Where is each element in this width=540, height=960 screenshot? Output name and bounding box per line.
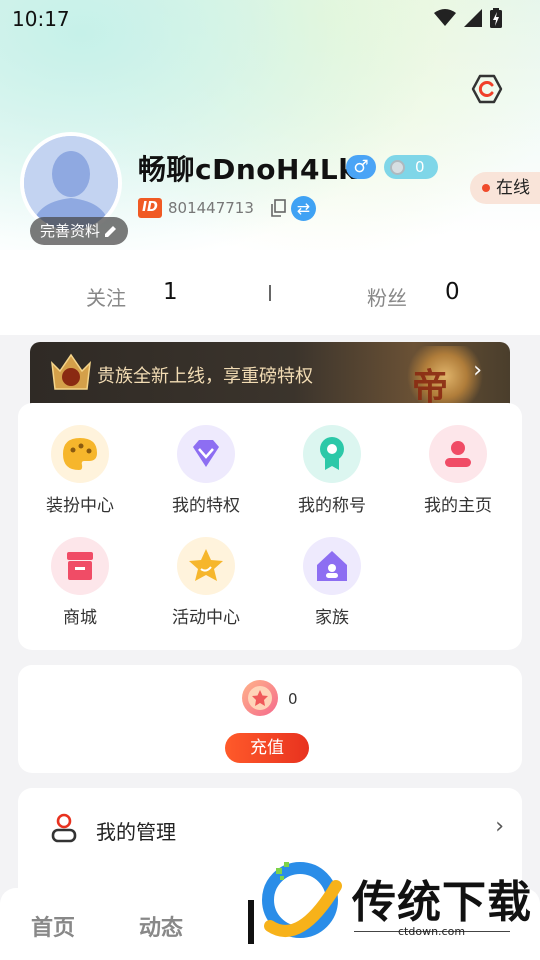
status-time: 10:17 [12, 7, 70, 31]
medal-icon [303, 425, 361, 483]
feature-label: 装扮中心 [46, 496, 114, 516]
level-value: 0 [415, 158, 425, 176]
level-badge: 0 [384, 155, 438, 179]
feature-label: 家族 [315, 608, 349, 628]
star-coin-icon [242, 680, 278, 716]
status-icons [434, 8, 502, 28]
feature-label: 我的称号 [298, 496, 366, 516]
wifi-icon [434, 9, 456, 26]
feature-item-dress-up[interactable]: 装扮中心 [25, 425, 135, 516]
star-icon [177, 537, 235, 595]
online-dot-icon [482, 184, 490, 192]
following-label[interactable]: 关注 [86, 282, 126, 311]
feature-grid: 装扮中心 我的特权 我的称号 我的主页 商城 活动中心 家族 [18, 403, 522, 650]
online-status-badge: 在线 [470, 172, 540, 204]
level-coin-icon [390, 159, 405, 175]
coin-amount: 0 [288, 690, 298, 708]
feature-item-family[interactable]: 家族 [277, 537, 387, 628]
fans-label[interactable]: 粉丝 [367, 282, 407, 311]
noble-banner-text: 贵族全新上线，享重磅特权 [97, 366, 313, 387]
gender-badge: ♂ [346, 155, 376, 179]
user-home-icon [429, 425, 487, 483]
id-tag-icon: ID [138, 198, 162, 218]
shop-icon [51, 537, 109, 595]
copy-icon[interactable] [270, 199, 286, 217]
crown-emblem-icon [51, 353, 91, 390]
user-id-row: ID 801447713 [138, 198, 286, 218]
feature-item-titles[interactable]: 我的称号 [277, 425, 387, 516]
feature-item-events[interactable]: 活动中心 [151, 537, 261, 628]
feature-item-shop[interactable]: 商城 [25, 537, 135, 628]
feature-label: 我的主页 [424, 496, 492, 516]
online-label: 在线 [496, 178, 530, 198]
edit-profile-button[interactable]: 完善资料 [30, 217, 129, 245]
feature-item-homepage[interactable]: 我的主页 [403, 425, 513, 516]
wallet-card: 0 充值 [18, 665, 522, 773]
nickname: 畅聊cDnoH4Lk [138, 153, 358, 186]
fans-count[interactable]: 0 [445, 279, 460, 305]
admin-user-icon [51, 813, 77, 843]
follow-stats: 关注 1 粉丝 0 [0, 270, 540, 318]
palette-icon [51, 425, 109, 483]
noble-banner[interactable]: 贵族全新上线，享重磅特权 帝 › [30, 342, 510, 406]
watermark-url: ctdown.com [398, 925, 466, 938]
feature-label: 商城 [63, 608, 97, 628]
watermark-text: 传统下载 [352, 877, 532, 928]
family-home-icon [303, 537, 361, 595]
watermark-logo: 传统下载 ctdown.com [240, 840, 540, 960]
status-bar: 10:17 [0, 0, 540, 36]
feature-item-privileges[interactable]: 我的特权 [151, 425, 261, 516]
my-management-label: 我的管理 [96, 820, 176, 844]
recharge-button[interactable]: 充值 [225, 733, 309, 763]
feature-label: 活动中心 [172, 608, 240, 628]
feature-label: 我的特权 [172, 496, 240, 516]
pencil-icon [105, 226, 117, 237]
settings-icon[interactable] [470, 72, 504, 106]
nav-home[interactable]: 首页 [31, 910, 75, 942]
edit-profile-label: 完善资料 [40, 222, 101, 240]
chevron-right-icon: › [495, 814, 504, 839]
switch-account-icon[interactable]: ⇄ [291, 196, 316, 221]
noble-emblem-char: 帝 [412, 367, 449, 406]
watermark-logo-icon [248, 862, 342, 944]
chevron-right-icon: › [473, 358, 482, 383]
nav-feed[interactable]: 动态 [139, 910, 183, 942]
following-count[interactable]: 1 [163, 279, 178, 305]
signal-icon [464, 9, 482, 27]
user-id-number: 801447713 [168, 199, 254, 217]
stats-divider [269, 285, 271, 301]
default-avatar-icon [24, 136, 118, 230]
battery-icon [490, 8, 502, 28]
diamond-icon [177, 425, 235, 483]
